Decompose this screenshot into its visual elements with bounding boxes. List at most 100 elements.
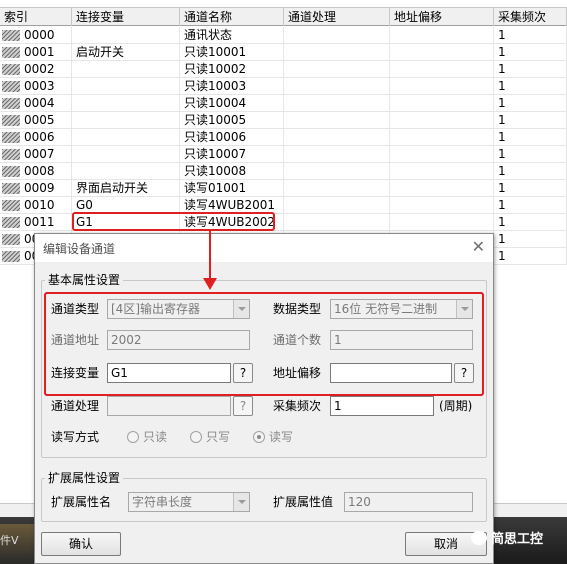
table-cell: 1 (494, 129, 567, 146)
row-handle-icon (2, 132, 20, 143)
annotation-arrow-head-icon (203, 278, 217, 290)
radio-dot (190, 431, 202, 443)
radio-read-write[interactable]: 读写 (253, 429, 293, 445)
table-cell: 只读10002 (180, 61, 284, 78)
table-cell: 0005 (20, 112, 72, 129)
table-cell (284, 180, 390, 197)
close-icon[interactable]: ✕ (472, 237, 485, 256)
row-handle-icon (2, 200, 20, 211)
channel-proc-browse-button[interactable]: ? (233, 396, 253, 416)
col-header-channel-proc[interactable]: 通道处理 (284, 8, 390, 26)
table-row[interactable]: 0005 只读10005 1 (0, 112, 567, 129)
table-cell: 只读10001 (180, 44, 284, 61)
basic-settings-label: 基本属性设置 (45, 273, 124, 287)
table-cell (72, 27, 180, 44)
table-cell: 1 (494, 44, 567, 61)
radio-read-only[interactable]: 只读 (127, 429, 167, 445)
table-cell: 1 (494, 27, 567, 44)
table-cell (284, 78, 390, 95)
annotation-arrow-line (209, 231, 211, 279)
table-cell: 1 (494, 61, 567, 78)
channel-proc-label: 通道处理 (51, 399, 100, 413)
wechat-icon (471, 531, 487, 545)
table-cell: 0008 (20, 163, 72, 180)
sample-freq-input[interactable]: 1 (330, 396, 434, 416)
table-cell: 只读10004 (180, 95, 284, 112)
watermark-text: 简思工控 (491, 532, 544, 547)
ext-name-select[interactable]: 字符串长度 (128, 492, 250, 512)
table-cell (390, 129, 494, 146)
highlight-box-g1-row (72, 212, 275, 231)
table-cell: 0007 (20, 146, 72, 163)
row-handle-icon (2, 251, 20, 262)
table-cell: 0010 (20, 197, 72, 214)
col-header-sample-freq[interactable]: 采集频次 (494, 8, 567, 26)
table-cell: 启动开关 (72, 44, 180, 61)
radio-read-write-label: 读写 (269, 430, 294, 444)
table-cell (72, 95, 180, 112)
table-cell: 只读10003 (180, 78, 284, 95)
table-row[interactable]: 0001 启动开关 只读10001 1 (0, 44, 567, 61)
col-header-channel-name[interactable]: 通道名称 (180, 8, 284, 26)
sample-freq-label: 采集频次 (273, 399, 322, 413)
dialog-titlebar: 编辑设备通道 ✕ (35, 234, 493, 262)
table-cell: 0000 (20, 27, 72, 44)
table-cell: 1 (494, 163, 567, 180)
taskbar-thumbnail[interactable]: 件V (0, 524, 34, 564)
row-handle-icon (2, 183, 20, 194)
table-row[interactable]: 0004 只读10004 1 (0, 95, 567, 112)
table-cell: 只读10006 (180, 129, 284, 146)
table-cell (390, 112, 494, 129)
table-cell (390, 214, 494, 231)
col-header-index[interactable]: 索引 (0, 8, 72, 26)
table-cell: 1 (494, 197, 567, 214)
table-row[interactable]: 0002 只读10002 1 (0, 61, 567, 78)
table-cell: 只读10005 (180, 112, 284, 129)
radio-write-only[interactable]: 只写 (190, 429, 230, 445)
watermark: 简思工控 (471, 528, 543, 547)
table-row[interactable]: 0000 通讯状态 1 (0, 27, 567, 44)
table-cell: 1 (494, 112, 567, 129)
table-row[interactable]: 0008 只读10008 1 (0, 163, 567, 180)
table-row[interactable]: 0009 界面启动开关 读写01001 1 (0, 180, 567, 197)
radio-dot (127, 431, 139, 443)
table-cell: 0004 (20, 95, 72, 112)
col-header-link-var[interactable]: 连接变量 (72, 8, 180, 26)
table-cell: 1 (494, 78, 567, 95)
table-cell: 1 (494, 180, 567, 197)
table-cell: 1 (494, 146, 567, 163)
table-cell (390, 146, 494, 163)
table-cell: 0011 (20, 214, 72, 231)
table-cell (284, 61, 390, 78)
table-cell (284, 214, 390, 231)
col-header-addr-offset[interactable]: 地址偏移 (390, 8, 494, 26)
radio-read-only-label: 只读 (143, 430, 168, 444)
radio-write-only-label: 只写 (206, 430, 231, 444)
table-cell: 读写01001 (180, 180, 284, 197)
row-handle-icon (2, 98, 20, 109)
channel-proc-field[interactable] (107, 396, 231, 416)
row-handle-icon (2, 30, 20, 41)
table-cell (284, 163, 390, 180)
table-cell: 只读10008 (180, 163, 284, 180)
table-row[interactable]: 0007 只读10007 1 (0, 146, 567, 163)
table-cell (284, 95, 390, 112)
ext-settings-label: 扩展属性设置 (45, 471, 124, 485)
table-cell: 只读10007 (180, 146, 284, 163)
table-cell (72, 61, 180, 78)
table-cell: 1 (494, 95, 567, 112)
table-cell (284, 27, 390, 44)
table-row[interactable]: 0003 只读10003 1 (0, 78, 567, 95)
table-cell (72, 146, 180, 163)
row-handle-icon (2, 234, 20, 245)
taskbar-thumbnail-text: 件V (0, 534, 19, 547)
grid-top-strip (0, 0, 567, 8)
confirm-button[interactable]: 确认 (41, 532, 121, 556)
row-handle-icon (2, 217, 20, 228)
table-cell (72, 78, 180, 95)
table-row[interactable]: 0006 只读10006 1 (0, 129, 567, 146)
table-cell (284, 129, 390, 146)
ext-value-field[interactable]: 120 (344, 492, 473, 512)
table-cell (72, 129, 180, 146)
table-cell (390, 27, 494, 44)
